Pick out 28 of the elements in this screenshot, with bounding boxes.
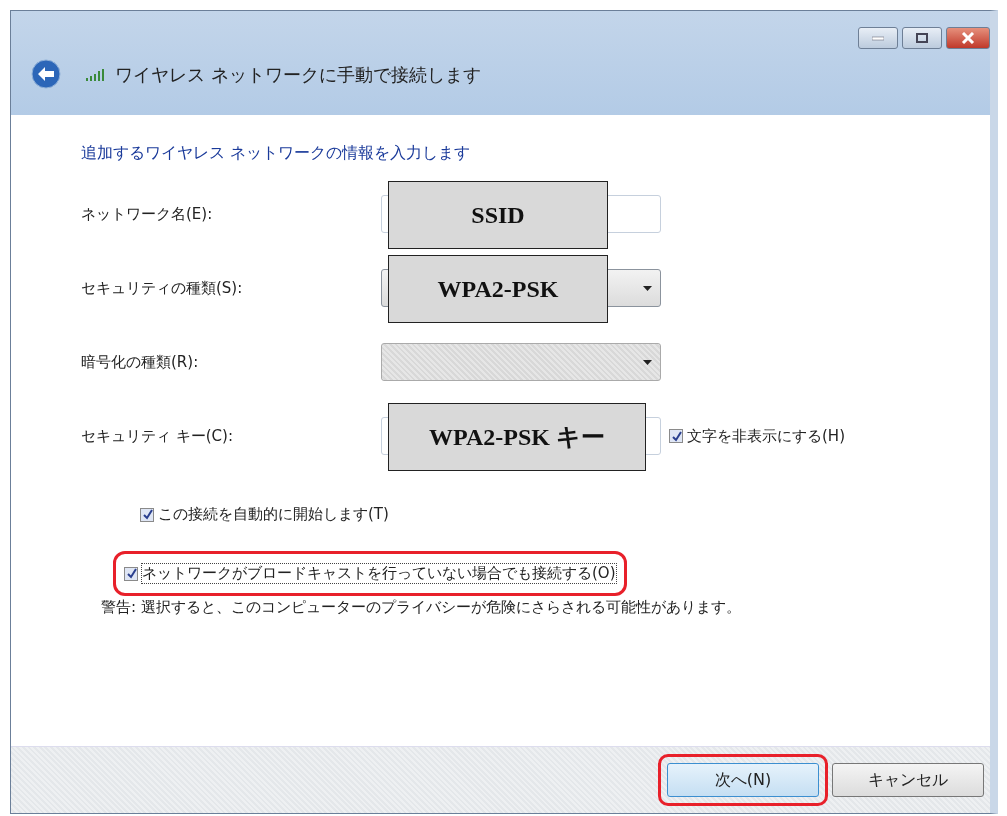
minimize-button[interactable] [858,27,898,49]
back-button[interactable] [31,59,63,91]
annotation-tooltip: WPA2-PSK [388,255,608,323]
field-label: ネットワーク名(E): [81,204,214,224]
instruction-heading: 追加するワイヤレス ネットワークの情報を入力します [81,143,472,164]
checkbox-label: ネットワークがブロードキャストを行っていない場合でも接続する(O) [142,564,616,583]
caret-icon [643,359,652,365]
close-icon [961,32,975,44]
dialog-button[interactable]: キャンセル [832,763,984,797]
checkbox[interactable] [124,566,138,581]
field-label: 暗号化の種類(R): [81,352,200,372]
warning-text: 警告: 選択すると、このコンピューターのプライバシーが危険にさらされる可能性があります。 [101,598,742,617]
window-title: ワイヤレス ネットワークに手動で接続します [115,63,481,87]
checkbox-label: この接続を自動的に開始します(T) [158,505,389,524]
field-label: セキュリティ キー(C): [81,426,234,446]
minimize-icon [872,35,884,41]
checkbox[interactable] [669,429,683,443]
field-label: セキュリティの種類(S): [81,278,244,298]
maximize-icon [916,33,928,43]
maximize-button[interactable] [902,27,942,49]
annotation-tooltip: WPA2-PSK キー [388,403,646,471]
annotation-tooltip: SSID [388,181,608,249]
dialog-button[interactable]: 次へ(N) [667,763,819,797]
close-button[interactable] [946,27,990,49]
caret-icon [643,285,652,291]
checkbox[interactable] [140,507,154,522]
signal-icon [85,68,105,82]
checkbox-label: 文字を非表示にする(H) [687,426,845,446]
